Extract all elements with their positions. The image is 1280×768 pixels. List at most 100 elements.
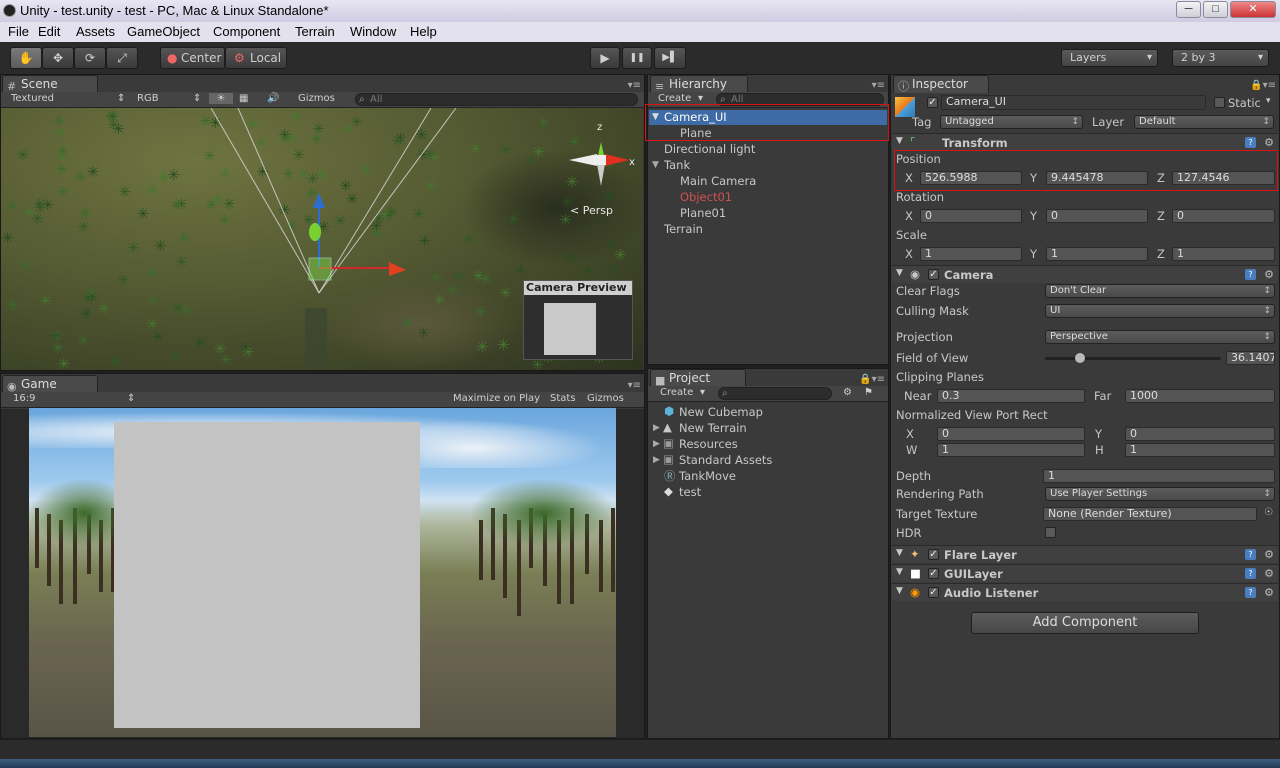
culling-mask-dropdown[interactable]: UI [1045, 304, 1275, 318]
panel-menu-icon[interactable]: 🔒▾≡ [859, 374, 885, 385]
position-y-field[interactable]: 9.445478 [1046, 171, 1148, 185]
hierarchy-item-terrain[interactable]: Terrain [664, 222, 703, 236]
project-item-new-cubemap[interactable]: New Cubemap [679, 405, 763, 419]
rotation-z-field[interactable]: 0 [1172, 209, 1275, 223]
menu-window[interactable]: Window [350, 24, 396, 39]
fov-slider-track[interactable] [1045, 353, 1221, 363]
settings-gear-icon[interactable]: ⚙ [1264, 586, 1274, 599]
layers-dropdown[interactable]: Layers [1061, 49, 1158, 67]
play-button[interactable]: ▶ [590, 47, 620, 69]
collapse-arrow-icon[interactable]: ▼ [896, 268, 903, 278]
camera-header[interactable]: ▼ ◉ ✓ Camera ? ⚙ [892, 265, 1278, 283]
layer-dropdown[interactable]: Default [1134, 115, 1274, 129]
settings-gear-icon[interactable]: ⚙ [1264, 136, 1274, 149]
rendering-path-dropdown[interactable]: Use Player Settings [1045, 487, 1275, 501]
expand-arrow-icon[interactable]: ▼ [652, 112, 659, 122]
guilayer-header[interactable]: ▼ ■ ✓ GUILayer ? ⚙ [892, 564, 1278, 582]
guilayer-checkbox[interactable]: ✓ [928, 568, 939, 579]
hierarchy-create-dropdown[interactable]: Create [658, 93, 691, 104]
fov-field[interactable]: 36.1407 [1226, 351, 1275, 365]
project-item-standard-assets[interactable]: Standard Assets [679, 453, 772, 467]
project-item-resources[interactable]: Resources [679, 437, 738, 451]
help-icon[interactable]: ? [1245, 549, 1256, 560]
game-gizmos-dropdown[interactable]: Gizmos [587, 393, 624, 404]
scene-search-input[interactable]: All [355, 93, 638, 106]
position-x-field[interactable]: 526.5988 [920, 171, 1022, 185]
step-button[interactable]: ▶▌ [654, 47, 686, 69]
clear-flags-dropdown[interactable]: Don't Clear [1045, 284, 1275, 298]
active-checkbox[interactable]: ✓ [927, 97, 938, 108]
expand-arrow-icon[interactable]: ▶ [653, 455, 660, 465]
menu-file[interactable]: File [8, 24, 29, 39]
viewport-x-field[interactable]: 0 [937, 427, 1085, 441]
minimize-button[interactable]: ─ [1176, 1, 1201, 18]
help-icon[interactable]: ? [1245, 137, 1256, 148]
scale-tool-button[interactable]: ⤢ [106, 47, 138, 69]
camera-enabled-checkbox[interactable]: ✓ [928, 269, 939, 280]
tab-project[interactable]: ■ Project [650, 369, 746, 387]
rotate-tool-button[interactable]: ⟳ [74, 47, 106, 69]
close-button[interactable]: ✕ [1230, 1, 1276, 18]
project-search-input[interactable] [718, 387, 832, 400]
space-local-button[interactable]: ⚙ Local [225, 47, 287, 69]
filter-label-icon[interactable]: ⚑ [864, 387, 873, 398]
static-dropdown-icon[interactable]: ▾ [1266, 96, 1271, 106]
audio-listener-header[interactable]: ▼ ◉ ✓ Audio Listener ? ⚙ [892, 583, 1278, 601]
menu-terrain[interactable]: Terrain [295, 24, 335, 39]
viewport-w-field[interactable]: 1 [937, 443, 1085, 457]
scale-x-field[interactable]: 1 [920, 247, 1022, 261]
shading-mode-dropdown[interactable]: Textured [11, 93, 54, 104]
object-picker-icon[interactable]: ☉ [1264, 507, 1273, 518]
collapse-arrow-icon[interactable]: ▼ [896, 548, 903, 558]
hierarchy-item-directional-light[interactable]: Directional light [664, 142, 755, 156]
far-field[interactable]: 1000 [1125, 389, 1275, 403]
panel-menu-icon[interactable]: ▾≡ [628, 80, 641, 91]
help-icon[interactable]: ? [1245, 269, 1256, 280]
tag-dropdown[interactable]: Untagged [940, 115, 1083, 129]
pivot-center-button[interactable]: ● Center [160, 47, 225, 69]
stats-toggle[interactable]: Stats [550, 393, 576, 404]
transform-header[interactable]: ▼ ⌜ Transform ? ⚙ [892, 133, 1278, 151]
hierarchy-item-tank[interactable]: Tank [664, 158, 690, 172]
game-viewport[interactable] [29, 408, 616, 737]
scene-viewport[interactable]: ✳ ✳ ✳ ✳ ✳ ✳ ✳ ✳ ✳ ✳ ✳ ✳ ✳ ✳ ✳ ✳ ✳ ✳ ✳ ✳ ✳ ✳ ✳ ✳ ✳ ✳ ✳ ✳ ✳ ✳ ✳ ✳ ✳ ✳ ✳ ✳ ✳ ✳ ✳ ✳… [1, 108, 643, 370]
hand-tool-button[interactable]: ✋ [10, 47, 42, 69]
rotation-y-field[interactable]: 0 [1046, 209, 1148, 223]
expand-arrow-icon[interactable]: ▶ [653, 439, 660, 449]
maximize-on-play-toggle[interactable]: Maximize on Play [453, 393, 540, 404]
menu-edit[interactable]: Edit [38, 24, 60, 39]
panel-menu-icon[interactable]: ▾≡ [628, 380, 641, 391]
menu-help[interactable]: Help [410, 24, 437, 39]
static-checkbox[interactable] [1214, 97, 1225, 108]
target-texture-field[interactable]: None (Render Texture) [1043, 507, 1257, 521]
project-item-test[interactable]: test [679, 485, 701, 499]
settings-gear-icon[interactable]: ⚙ [1264, 548, 1274, 561]
tab-hierarchy[interactable]: ≡ Hierarchy [650, 75, 748, 93]
near-field[interactable]: 0.3 [937, 389, 1085, 403]
projection-dropdown[interactable]: Perspective [1045, 330, 1275, 344]
position-z-field[interactable]: 127.4546 [1172, 171, 1275, 185]
maximize-button[interactable]: □ [1203, 1, 1228, 18]
tab-scene[interactable]: # Scene [2, 75, 98, 93]
expand-arrow-icon[interactable]: ▶ [653, 423, 660, 433]
rotation-x-field[interactable]: 0 [920, 209, 1022, 223]
render-mode-dropdown[interactable]: RGB [137, 93, 159, 104]
collapse-arrow-icon[interactable]: ▼ [896, 567, 903, 577]
hdr-checkbox[interactable] [1045, 527, 1056, 538]
tab-inspector[interactable]: ⓘ Inspector [893, 75, 989, 93]
hierarchy-item-object01[interactable]: Object01 [680, 190, 732, 204]
aspect-dropdown[interactable]: 16:9 [13, 393, 35, 404]
help-icon[interactable]: ? [1245, 568, 1256, 579]
project-item-new-terrain[interactable]: New Terrain [679, 421, 747, 435]
flare-layer-header[interactable]: ▼ ✦ ✓ Flare Layer ? ⚙ [892, 545, 1278, 563]
hierarchy-item-main-camera[interactable]: Main Camera [680, 174, 756, 188]
hierarchy-item-camera-ui[interactable]: Camera_UI [664, 110, 727, 124]
audio-listener-checkbox[interactable]: ✓ [928, 587, 939, 598]
flare-layer-checkbox[interactable]: ✓ [928, 549, 939, 560]
panel-menu-icon[interactable]: 🔒▾≡ [1250, 80, 1276, 91]
collapse-arrow-icon[interactable]: ▼ [896, 586, 903, 596]
collapse-arrow-icon[interactable]: ▼ [896, 136, 903, 146]
viewport-h-field[interactable]: 1 [1125, 443, 1275, 457]
filter-type-icon[interactable]: ⚙ [843, 387, 852, 398]
add-component-button[interactable]: Add Component [971, 612, 1199, 634]
